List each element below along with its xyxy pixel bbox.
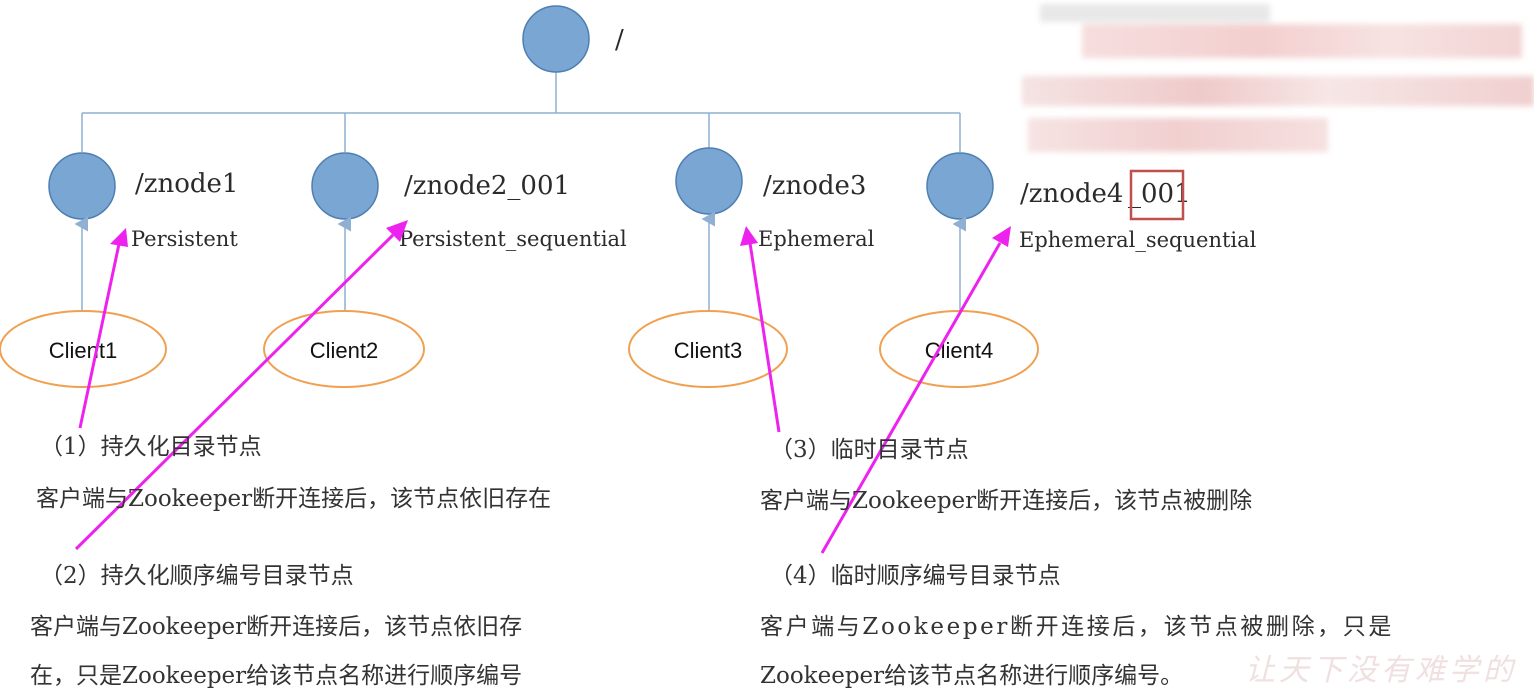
znode3-node: [675, 147, 743, 215]
tree-connectors: [81, 72, 961, 152]
client3-label: Client3: [674, 338, 742, 363]
znode2-node: [311, 152, 379, 220]
root-node: [522, 5, 590, 73]
znode3-name: /znode3: [763, 171, 866, 201]
znode4-suffix: _001: [1128, 179, 1191, 209]
znode4-type: Ephemeral_sequential: [1019, 228, 1257, 252]
znode2-type: Persistent_sequential: [399, 227, 627, 251]
desc4-body-line1: 客户端与Zookeeper断开连接后，该节点被删除，只是: [760, 614, 1394, 640]
znode3-type: Ephemeral: [758, 227, 875, 251]
desc2-body-line2: 在，只是Zookeeper给该节点名称进行顺序编号: [30, 663, 523, 689]
desc1-body: 客户端与Zookeeper断开连接后，该节点依旧存在: [36, 486, 552, 512]
client4-label: Client4: [925, 338, 993, 363]
znode2-name: /znode2_001: [404, 171, 570, 201]
desc4-body-line2: Zookeeper给该节点名称进行顺序编号。: [760, 663, 1184, 689]
znode1-name: /znode1: [135, 169, 238, 199]
arrow1-head: [110, 228, 128, 247]
desc3-heading: （3）临时目录节点: [770, 437, 969, 463]
client2-label: Client2: [310, 338, 378, 363]
root-label: /: [615, 25, 624, 55]
znode4-node: [926, 152, 994, 220]
watermark: 让天下没有难学的: [1245, 653, 1517, 688]
desc2-heading: （2）持久化顺序编号目录节点: [40, 563, 354, 589]
znode1-type: Persistent: [131, 227, 238, 251]
znode4-name: /znode4: [1020, 179, 1123, 209]
client1-label: Client1: [49, 338, 117, 363]
blurred-region: [1022, 0, 1534, 160]
znode1-node: [48, 152, 116, 220]
desc4-heading: （4）临时顺序编号目录节点: [770, 563, 1061, 589]
desc1-heading: （1）持久化目录节点: [40, 434, 262, 460]
desc2-body-line1: 客户端与Zookeeper断开连接后，该节点依旧存: [30, 614, 523, 640]
desc3-body: 客户端与Zookeeper断开连接后，该节点被删除: [760, 488, 1253, 514]
arrow4-head: [992, 226, 1011, 247]
diagram-canvas: / /znode1 /znode2_001 /znode3 /znode4 _0…: [0, 0, 1534, 694]
arrow3-head: [740, 226, 758, 246]
